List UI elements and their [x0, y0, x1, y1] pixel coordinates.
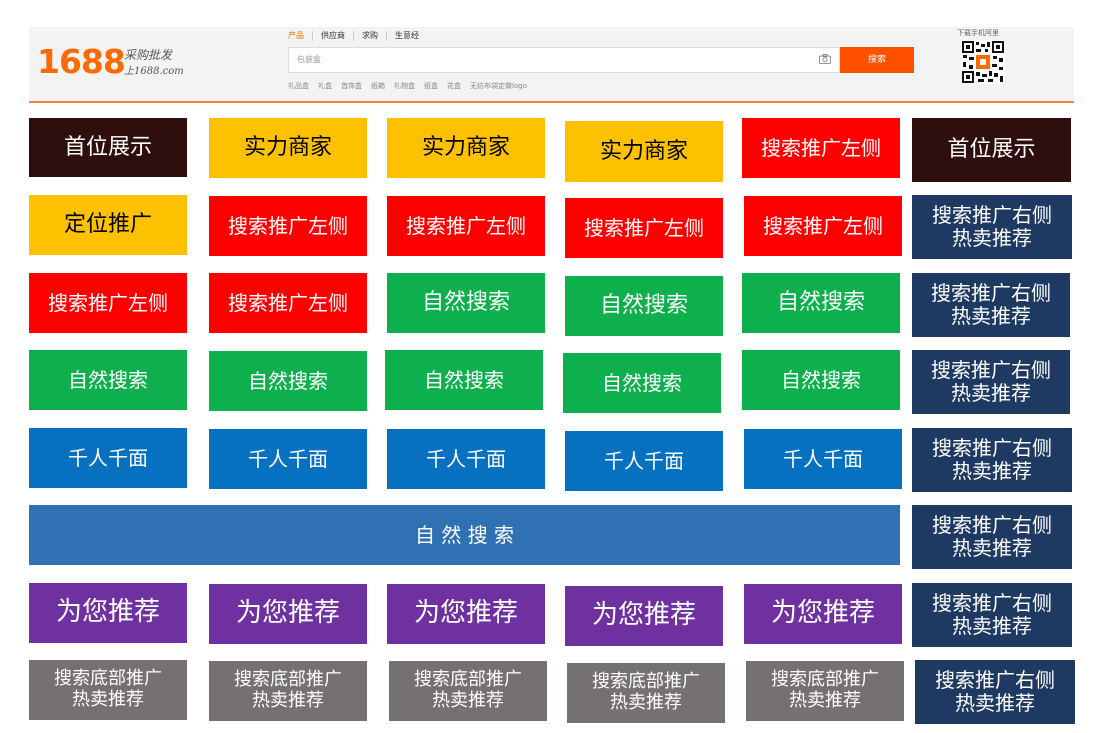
hotword-link[interactable]: 花盒 [447, 82, 461, 90]
slot-recommended[interactable]: 为您推荐 [565, 586, 723, 646]
slot-organic-search[interactable]: 自然搜索 [563, 353, 721, 413]
search-box [288, 47, 840, 73]
hotword-link[interactable]: 首饰盒 [341, 82, 362, 90]
slot-power-merchant[interactable]: 实力商家 [209, 118, 367, 178]
hot-keywords: 礼品盒 礼盒 首饰盒 纸箱 礼物盒 纸盒 花盒 无纺布袋定做logo [288, 81, 536, 91]
slot-recommended[interactable]: 为您推荐 [209, 584, 367, 644]
slot-organic-search[interactable]: 自然搜索 [742, 273, 900, 333]
search-type-tabs: 产品 供应商 求购 生意经 [288, 31, 435, 41]
slot-search-bottom-ad[interactable]: 搜索底部推广 热卖推荐 [209, 661, 367, 721]
slot-search-ad-right-hot[interactable]: 搜索推广右侧 热卖推荐 [912, 428, 1072, 492]
slot-organic-search[interactable]: 自然搜索 [29, 350, 187, 410]
hotword-link[interactable]: 纸箱 [371, 82, 385, 90]
qr-label: 下载手机阿里 [957, 29, 999, 37]
slot-recommended[interactable]: 为您推荐 [744, 584, 902, 644]
slot-search-ad-right-hot[interactable]: 搜索推广右侧 热卖推荐 [915, 660, 1075, 724]
slot-power-merchant[interactable]: 实力商家 [387, 118, 545, 178]
slot-organic-search[interactable]: 自然搜索 [387, 273, 545, 333]
slot-organic-search[interactable]: 自然搜索 [209, 351, 367, 411]
search-button[interactable]: 搜索 [840, 47, 914, 73]
slot-recommended[interactable]: 为您推荐 [29, 583, 187, 643]
tab-business-tips[interactable]: 生意经 [395, 31, 427, 41]
slot-search-ad-left[interactable]: 搜索推广左侧 [29, 273, 187, 333]
slot-organic-search[interactable]: 自然搜索 [565, 276, 723, 336]
slot-search-bottom-ad[interactable]: 搜索底部推广 热卖推荐 [389, 661, 547, 721]
slot-search-ad-left[interactable]: 搜索推广左侧 [744, 196, 902, 256]
camera-icon[interactable] [819, 54, 831, 64]
logo-slogan: 采购批发 [124, 48, 173, 62]
slot-organic-search[interactable]: 自然搜索 [742, 350, 900, 410]
slot-search-ad-left[interactable]: 搜索推广左侧 [209, 273, 367, 333]
hotword-link[interactable]: 无纺布袋定做logo [470, 82, 527, 90]
search-input[interactable] [295, 54, 799, 65]
site-logo[interactable]: 1688 [37, 42, 126, 81]
qr-code-icon[interactable] [961, 40, 1005, 84]
hotword-link[interactable]: 纸盒 [424, 82, 438, 90]
slot-search-ad-left[interactable]: 搜索推广左侧 [387, 196, 545, 256]
slot-personalized[interactable]: 千人千面 [29, 428, 187, 488]
slot-organic-search-wide[interactable]: 自 然 搜 索 [29, 505, 900, 565]
tab-buying-requests[interactable]: 求购 [362, 31, 387, 41]
slot-top-display[interactable]: 首位展示 [912, 118, 1071, 182]
hotword-link[interactable]: 礼物盒 [394, 82, 415, 90]
slot-personalized[interactable]: 千人千面 [744, 429, 902, 489]
slot-targeted-promotion[interactable]: 定位推广 [29, 195, 187, 255]
slot-search-ad-left[interactable]: 搜索推广左侧 [209, 196, 367, 256]
logo-domain: 上1688.com [124, 66, 184, 77]
slot-search-ad-right-hot[interactable]: 搜索推广右侧 热卖推荐 [912, 350, 1070, 414]
slot-personalized[interactable]: 千人千面 [565, 431, 723, 491]
slot-search-bottom-ad[interactable]: 搜索底部推广 热卖推荐 [567, 663, 725, 723]
slot-search-ad-right-hot[interactable]: 搜索推广右侧 热卖推荐 [912, 195, 1072, 259]
slot-recommended[interactable]: 为您推荐 [387, 584, 545, 644]
slot-search-bottom-ad[interactable]: 搜索底部推广 热卖推荐 [746, 661, 904, 721]
tab-products[interactable]: 产品 [288, 31, 313, 41]
slot-search-ad-right-hot[interactable]: 搜索推广右侧 热卖推荐 [912, 273, 1070, 337]
slot-search-ad-right-hot[interactable]: 搜索推广右侧 热卖推荐 [912, 583, 1072, 647]
tab-suppliers[interactable]: 供应商 [321, 31, 354, 41]
hotword-link[interactable]: 礼盒 [318, 82, 332, 90]
slot-personalized[interactable]: 千人千面 [387, 429, 545, 489]
slot-personalized[interactable]: 千人千面 [209, 429, 367, 489]
slot-top-display[interactable]: 首位展示 [29, 118, 187, 177]
slot-search-ad-left[interactable]: 搜索推广左侧 [742, 118, 900, 178]
hotword-link[interactable]: 礼品盒 [288, 82, 309, 90]
slot-organic-search[interactable]: 自然搜索 [385, 350, 543, 410]
slot-search-bottom-ad[interactable]: 搜索底部推广 热卖推荐 [29, 660, 187, 720]
slot-search-ad-left[interactable]: 搜索推广左侧 [565, 198, 723, 258]
slot-search-ad-right-hot[interactable]: 搜索推广右侧 热卖推荐 [912, 505, 1072, 569]
slot-power-merchant[interactable]: 实力商家 [565, 121, 723, 182]
